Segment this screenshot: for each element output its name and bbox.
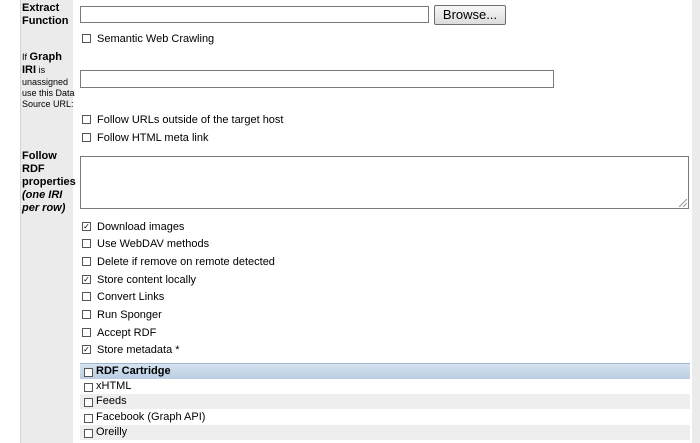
follow-rdf-label-line5: per row) [22, 202, 76, 215]
option-label: Download images [97, 221, 185, 233]
follow-rdf-label-hint2: per row) [22, 202, 66, 214]
checkbox[interactable] [84, 429, 93, 438]
option-label: Delete if remove on remote detected [97, 256, 275, 268]
option-semantic-web-crawling[interactable]: Semantic Web Crawling [82, 32, 214, 46]
cartridge-row-oreilly[interactable]: Oreilly [80, 425, 690, 440]
checkbox[interactable] [84, 398, 93, 407]
extract-function-input[interactable] [80, 6, 429, 23]
graph-iri-input[interactable] [80, 70, 554, 88]
graph-iri-label-is: is [38, 65, 46, 75]
graph-iri-label-line3: unassigned [22, 77, 69, 87]
cartridge-label: Facebook (Graph API) [96, 411, 206, 423]
graph-iri-label-line5: Source URL: [22, 99, 74, 109]
option-label: Store metadata * [97, 344, 180, 356]
option-accept-rdf[interactable]: Accept RDF [82, 326, 156, 340]
checkbox[interactable] [82, 291, 91, 301]
follow-rdf-textarea[interactable] [80, 156, 689, 209]
cartridge-row-feeds[interactable]: Feeds [80, 394, 690, 409]
cartridge-label: Feeds [96, 395, 127, 407]
extract-function-label: Extract Function [22, 2, 68, 28]
graph-iri-label-line4: use this Data [22, 88, 75, 98]
checkbox[interactable] [82, 132, 91, 142]
cartridge-label: xHTML [96, 380, 132, 392]
checkbox[interactable] [82, 327, 91, 337]
option-label: Store content locally [97, 274, 197, 286]
option-label: Use WebDAV methods [97, 238, 210, 250]
cartridge-label: Oreilly [96, 426, 128, 438]
checkbox[interactable]: ✓ [82, 274, 91, 284]
follow-rdf-label-line4: (one IRI [22, 189, 76, 202]
checkbox[interactable]: ✓ [82, 344, 91, 354]
option-store-content-locally[interactable]: ✓ Store content locally [82, 273, 196, 287]
graph-iri-label-graph: Graph [29, 51, 62, 63]
follow-rdf-label: Follow RDF properties (one IRI per row) [22, 150, 76, 215]
option-label: Follow URLs outside of the target host [97, 114, 284, 126]
checkbox[interactable]: ✓ [82, 221, 91, 231]
option-convert-links[interactable]: Convert Links [82, 290, 164, 304]
graph-iri-label: If Graph IRI is unassigned use this Data… [22, 51, 75, 110]
graph-iri-label-line1: If Graph [22, 51, 75, 64]
option-label: Follow HTML meta link [97, 132, 209, 144]
checkbox[interactable] [84, 383, 93, 392]
checkbox[interactable] [82, 114, 91, 124]
follow-rdf-label-hint1: (one IRI [22, 189, 63, 201]
follow-rdf-label-line1: Follow [22, 150, 57, 162]
checkbox[interactable] [84, 414, 93, 423]
option-delete-if-removed[interactable]: Delete if remove on remote detected [82, 255, 275, 269]
extract-function-label-line1: Extract [22, 2, 60, 14]
follow-rdf-label-line2: RDF [22, 163, 45, 175]
cartridge-row-xhtml[interactable]: xHTML [80, 379, 690, 394]
checkbox[interactable] [82, 256, 91, 266]
option-follow-urls-outside[interactable]: Follow URLs outside of the target host [82, 113, 283, 127]
option-run-sponger[interactable]: Run Sponger [82, 308, 162, 322]
follow-rdf-label-line3: properties [22, 176, 76, 188]
browse-button[interactable]: Browse... [434, 5, 506, 25]
checkbox[interactable] [82, 33, 91, 43]
option-follow-html-meta-link[interactable]: Follow HTML meta link [82, 131, 208, 145]
option-label: Accept RDF [97, 327, 157, 339]
graph-iri-label-if: If [22, 52, 28, 62]
rdf-cartridge-header-label: RDF Cartridge [96, 365, 171, 377]
option-use-webdav[interactable]: Use WebDAV methods [82, 237, 209, 251]
graph-iri-label-iri: IRI [22, 64, 37, 76]
graph-iri-label-line2: IRI is [22, 64, 75, 77]
cartridge-row-facebook[interactable]: Facebook (Graph API) [80, 410, 690, 425]
rdf-cartridge-header: RDF Cartridge [80, 363, 690, 379]
checkbox[interactable] [82, 238, 91, 248]
resize-grip-icon[interactable] [679, 199, 687, 207]
select-all-checkbox[interactable] [84, 368, 93, 377]
checkbox[interactable] [82, 309, 91, 319]
option-label: Semantic Web Crawling [97, 33, 215, 45]
option-label: Run Sponger [97, 309, 162, 321]
extract-function-label-line2: Function [22, 15, 69, 27]
option-store-metadata[interactable]: ✓ Store metadata * [82, 343, 180, 357]
option-download-images[interactable]: ✓ Download images [82, 220, 184, 234]
right-gutter [692, 0, 700, 443]
option-label: Convert Links [97, 291, 165, 303]
